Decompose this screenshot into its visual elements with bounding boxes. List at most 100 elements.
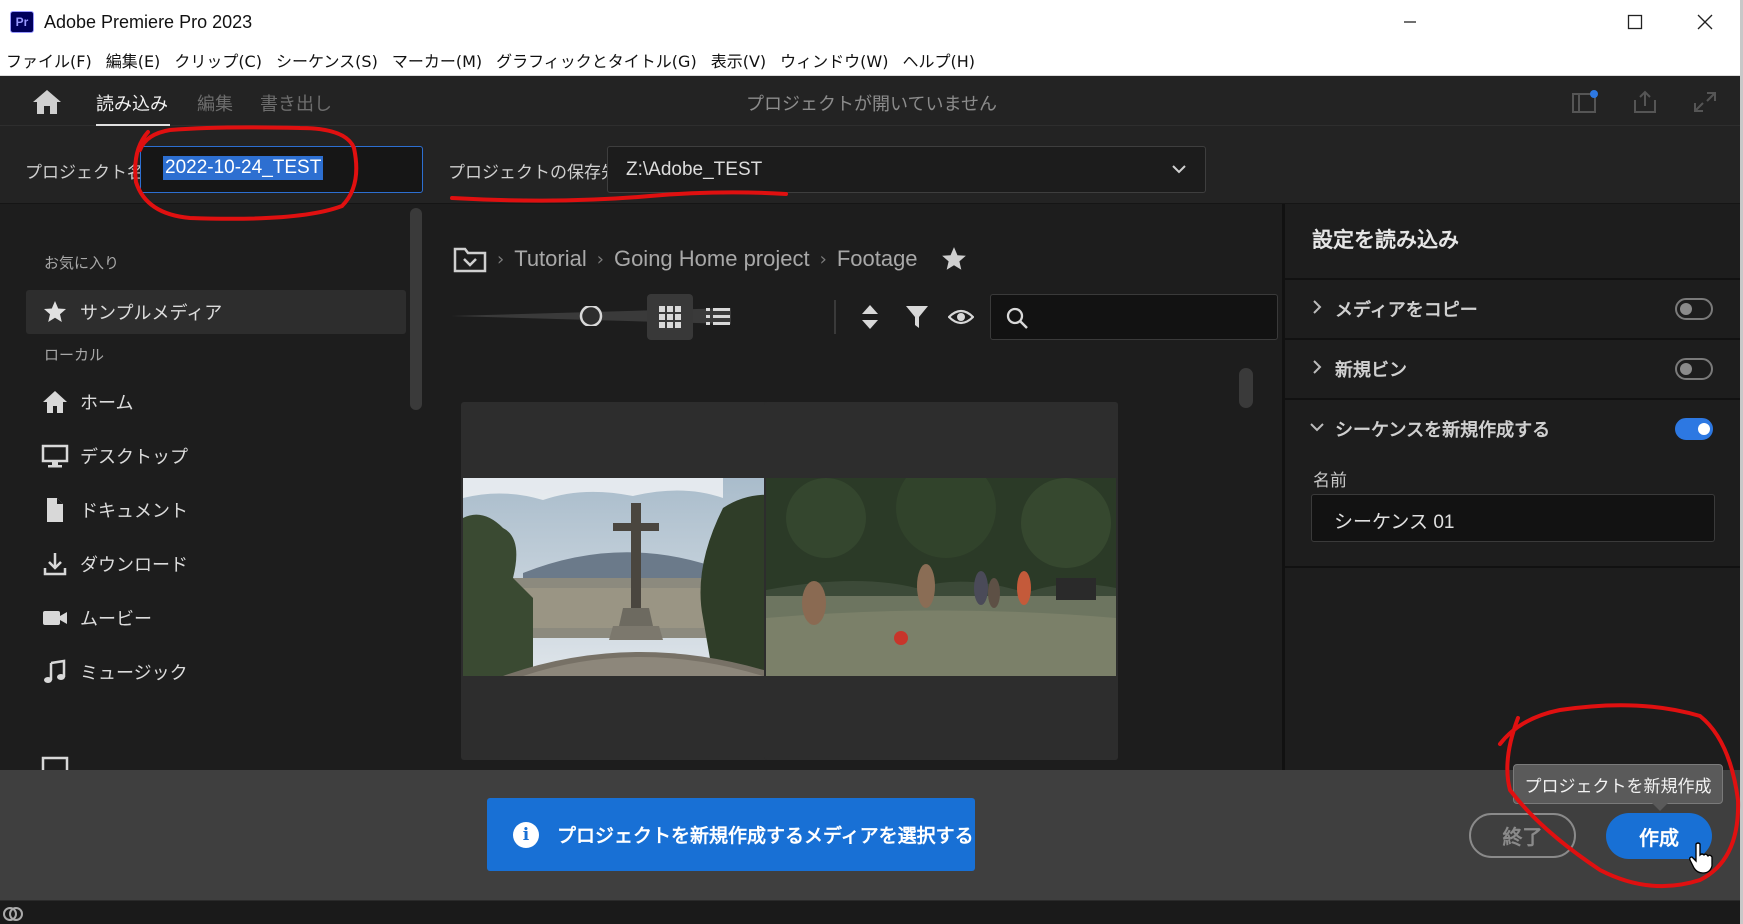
grid-view-button[interactable] bbox=[647, 294, 693, 340]
sidebar-item-documents[interactable]: ドキュメント bbox=[26, 488, 406, 532]
eye-icon bbox=[948, 309, 974, 325]
chevron-right-icon bbox=[1313, 300, 1322, 314]
new-bin-toggle[interactable] bbox=[1675, 358, 1713, 380]
workspace-icon[interactable] bbox=[1570, 88, 1600, 116]
browser-scrollbar[interactable] bbox=[1239, 368, 1253, 408]
new-bin-label: 新規ビン bbox=[1335, 360, 1407, 381]
toggle-knob bbox=[1680, 303, 1692, 315]
music-icon bbox=[40, 657, 70, 687]
browser-toolbar bbox=[425, 286, 1282, 346]
sidebar-item-label: ミュージック bbox=[80, 663, 188, 684]
menu-graphics[interactable]: グラフィックとタイトル(G) bbox=[496, 48, 697, 72]
menu-sequence[interactable]: シーケンス(S) bbox=[276, 48, 378, 72]
copy-media-toggle[interactable] bbox=[1675, 298, 1713, 320]
grid-icon bbox=[659, 306, 681, 328]
sort-button[interactable] bbox=[847, 294, 893, 340]
sidebar-scrollbar[interactable] bbox=[410, 208, 422, 410]
menu-help[interactable]: ヘルプ(H) bbox=[902, 48, 975, 72]
document-icon bbox=[40, 495, 70, 525]
search-icon bbox=[1006, 307, 1028, 329]
new-sequence-toggle[interactable] bbox=[1675, 418, 1713, 440]
exit-button[interactable]: 終了 bbox=[1469, 813, 1576, 858]
project-location-select[interactable]: Z:\Adobe_TEST bbox=[607, 146, 1206, 193]
share-icon[interactable] bbox=[1630, 88, 1660, 116]
search-input[interactable] bbox=[990, 294, 1278, 340]
sidebar-item-label: デスクトップ bbox=[80, 447, 188, 468]
minimize-button[interactable] bbox=[1375, 0, 1445, 44]
location-sidebar: お気に入り サンプルメディア ローカル ホーム デスクトップ ドキュメント ダウ… bbox=[0, 204, 425, 770]
footer-bar: i プロジェクトを新規作成するメディアを選択する 終了 作成 プロジェクトを新規… bbox=[0, 764, 1743, 900]
zoom-slider-handle[interactable] bbox=[579, 306, 603, 326]
sidebar-item-label: サンプルメディア bbox=[80, 303, 223, 324]
minimize-icon bbox=[1404, 21, 1416, 23]
create-tooltip: プロジェクトを新規作成 bbox=[1513, 764, 1723, 804]
header-bar: プロジェクトが開いていません 読み込み 編集 書き出し bbox=[0, 76, 1743, 126]
new-sequence-label: シーケンスを新規作成する bbox=[1335, 420, 1551, 441]
menu-file[interactable]: ファイル(F) bbox=[6, 48, 92, 72]
menu-window[interactable]: ウィンドウ(W) bbox=[780, 48, 888, 72]
breadcrumb-separator-icon: › bbox=[596, 248, 604, 270]
toggle-knob bbox=[1680, 363, 1692, 375]
tab-edit[interactable]: 編集 bbox=[197, 90, 233, 116]
fullscreen-icon[interactable] bbox=[1690, 88, 1720, 116]
favorites-heading: お気に入り bbox=[44, 254, 120, 272]
sidebar-item-cutoff[interactable] bbox=[26, 752, 406, 770]
home-icon[interactable] bbox=[30, 88, 64, 116]
filter-button[interactable] bbox=[894, 294, 940, 340]
tab-export[interactable]: 書き出し bbox=[260, 90, 332, 116]
breadcrumb-separator-icon: › bbox=[497, 248, 505, 270]
premiere-app-icon: Pr bbox=[10, 11, 34, 33]
clip-card-2[interactable] bbox=[764, 402, 1118, 760]
sequence-name-input[interactable]: シーケンス 01 bbox=[1311, 494, 1715, 542]
filter-icon bbox=[906, 306, 928, 328]
sidebar-item-home[interactable]: ホーム bbox=[26, 380, 406, 424]
clip-thumbnail-cross-image bbox=[463, 478, 813, 676]
import-settings-panel: 設定を読み込み メディアをコピー 新規ビン シーケンスを新規作成する 名前 シー… bbox=[1282, 204, 1743, 770]
breadcrumb-footage[interactable]: Footage bbox=[837, 246, 918, 272]
status-bar bbox=[0, 900, 1743, 924]
creative-cloud-icon[interactable] bbox=[2, 903, 24, 923]
close-window-button[interactable] bbox=[1670, 0, 1740, 44]
sidebar-item-label: ドキュメント bbox=[80, 501, 188, 522]
breadcrumb-going-home-project[interactable]: Going Home project bbox=[614, 246, 810, 272]
new-bin-row[interactable]: 新規ビン bbox=[1285, 338, 1743, 396]
menu-bar: ファイル(F) 編集(E) クリップ(C) シーケンス(S) マーカー(M) グ… bbox=[0, 44, 1743, 76]
desktop-icon bbox=[40, 441, 70, 471]
list-icon bbox=[706, 308, 730, 325]
download-icon bbox=[40, 549, 70, 579]
new-sequence-row[interactable]: シーケンスを新規作成する bbox=[1285, 398, 1743, 456]
menu-view[interactable]: 表示(V) bbox=[711, 48, 766, 72]
media-browser: › Tutorial › Going Home project › Footag… bbox=[425, 204, 1282, 770]
window-title: Adobe Premiere Pro 2023 bbox=[44, 11, 253, 32]
tab-import[interactable]: 読み込み bbox=[96, 90, 168, 116]
toggle-knob bbox=[1698, 423, 1710, 435]
sidebar-item-downloads[interactable]: ダウンロード bbox=[26, 542, 406, 586]
clip-card[interactable] bbox=[461, 402, 815, 760]
menu-clip[interactable]: クリップ(C) bbox=[174, 48, 262, 72]
sequence-name-label: 名前 bbox=[1313, 471, 1347, 491]
pictures-icon bbox=[40, 747, 70, 770]
sort-icon bbox=[862, 305, 878, 329]
clip-thumbnail-soccer-image bbox=[766, 478, 1116, 676]
sidebar-item-music[interactable]: ミュージック bbox=[26, 650, 406, 694]
maximize-button[interactable] bbox=[1600, 0, 1670, 44]
project-name-input[interactable]: 2022-10-24_TEST bbox=[140, 146, 423, 193]
title-bar: Pr Adobe Premiere Pro 2023 bbox=[0, 0, 1743, 44]
menu-edit[interactable]: 編集(E) bbox=[106, 48, 161, 72]
folder-dropdown-icon[interactable] bbox=[453, 244, 487, 274]
breadcrumb-tutorial[interactable]: Tutorial bbox=[514, 246, 587, 272]
project-name-label: プロジェクト名 bbox=[25, 163, 144, 183]
list-view-button[interactable] bbox=[695, 294, 741, 340]
chevron-down-icon bbox=[1310, 423, 1324, 432]
sidebar-item-sample-media[interactable]: サンプルメディア bbox=[26, 290, 406, 334]
sidebar-item-movies[interactable]: ムービー bbox=[26, 596, 406, 640]
sidebar-item-desktop[interactable]: デスクトップ bbox=[26, 434, 406, 478]
project-location-value: Z:\Adobe_TEST bbox=[626, 159, 763, 180]
copy-media-row[interactable]: メディアをコピー bbox=[1285, 278, 1743, 336]
hand-cursor-icon bbox=[1689, 842, 1713, 874]
info-message: プロジェクトを新規作成するメディアを選択する bbox=[557, 825, 974, 847]
breadcrumb: › Tutorial › Going Home project › Footag… bbox=[453, 244, 968, 274]
menu-marker[interactable]: マーカー(M) bbox=[392, 48, 482, 72]
favorite-star-icon[interactable] bbox=[940, 245, 968, 273]
preview-button[interactable] bbox=[938, 294, 984, 340]
